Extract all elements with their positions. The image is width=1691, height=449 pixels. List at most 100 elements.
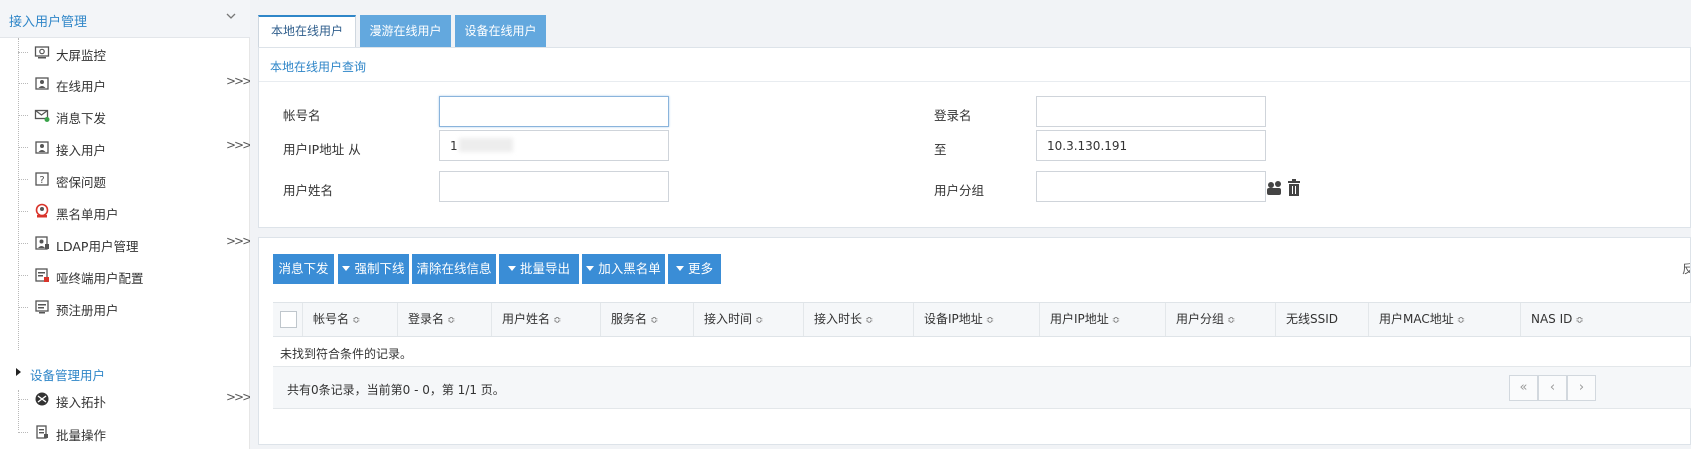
sidebar-item-label: 黑名单用户: [56, 207, 119, 222]
sidebar-section-label: 设备管理用户: [30, 368, 106, 383]
caret-down-icon: [586, 266, 595, 271]
column-header[interactable]: NAS ID ≎: [1521, 303, 1691, 336]
ip-to-label: 至: [934, 142, 947, 157]
message-icon: [34, 109, 50, 122]
sidebar-item-online-users[interactable]: 在线用户 >>>: [0, 67, 252, 101]
sort-icon: ≎: [650, 315, 659, 326]
main-content: 本地在线用户 漫游在线用户 设备在线用户 本地在线用户查询 帐号名 登录名 用户…: [250, 0, 1691, 449]
column-header[interactable]: 接入时长 ≎: [804, 303, 914, 336]
sidebar-item-label: LDAP用户管理: [56, 239, 139, 254]
record-summary: 共有0条记录，当前第0 - 0，第 1/1 页。: [287, 383, 505, 397]
caret-right-icon: [16, 368, 21, 376]
login-input[interactable]: [1036, 96, 1266, 127]
ip-to-input[interactable]: [1036, 130, 1266, 161]
column-header: 无线SSID: [1276, 303, 1369, 336]
table-header: 帐号名 ≎ 登录名 ≎ 用户姓名 ≎ 服务名 ≎ 接入时间 ≎ 接入时长 ≎ 设备IP地址 ≎…: [273, 302, 1691, 337]
sidebar-item-label: 哑终端用户配置: [56, 271, 144, 286]
clear-online-button[interactable]: 清除在线信息: [412, 254, 496, 284]
sort-icon: ≎: [447, 315, 456, 326]
message-button[interactable]: 消息下发: [273, 254, 334, 284]
ip-from-label: 用户IP地址 从: [283, 142, 361, 157]
access-user-icon: [35, 141, 49, 154]
sidebar-item-dumb-terminal[interactable]: 哑终端用户配置: [0, 259, 250, 293]
batch-export-button[interactable]: 批量导出: [499, 254, 579, 284]
expand-arrows-icon[interactable]: >>>: [226, 234, 252, 248]
tab-roaming-online[interactable]: 漫游在线用户: [360, 15, 451, 47]
sidebar-item-label: 大屏监控: [56, 48, 107, 63]
blacklist-icon: [35, 203, 49, 218]
column-header[interactable]: 设备IP地址 ≎: [914, 303, 1040, 336]
column-header[interactable]: 用户IP地址 ≎: [1040, 303, 1166, 336]
first-page-button[interactable]: «: [1509, 375, 1538, 401]
sidebar-item-label: 接入拓扑: [56, 395, 107, 410]
column-header[interactable]: 帐号名 ≎: [303, 303, 398, 336]
name-label: 用户姓名: [283, 183, 334, 198]
sort-icon: ≎: [755, 315, 764, 326]
sidebar-item-label: 消息下发: [56, 111, 107, 126]
sort-icon: ≎: [1456, 315, 1466, 326]
select-all-checkbox[interactable]: [280, 311, 297, 328]
sidebar-item-batch[interactable]: 批量操作: [0, 416, 250, 449]
account-input[interactable]: [439, 96, 669, 127]
column-header[interactable]: 服务名 ≎: [601, 303, 694, 336]
sidebar-item-preregister[interactable]: 预注册用户: [0, 291, 250, 325]
query-panel: 本地在线用户查询 帐号名 登录名 用户IP地址 从 至 用户姓名 用户分组: [258, 47, 1691, 228]
svg-text:?: ?: [39, 175, 44, 186]
sidebar-item-message[interactable]: 消息下发: [0, 99, 250, 133]
sort-icon: ≎: [553, 315, 562, 326]
results-panel: 消息下发 强制下线 清除在线信息 批量导出 加入黑名单 更多 反 帐号名 ≎ 登录…: [258, 237, 1691, 445]
column-header[interactable]: 登录名 ≎: [398, 303, 492, 336]
sidebar-item-access-users[interactable]: 接入用户 >>>: [0, 131, 252, 165]
column-header[interactable]: 接入时间 ≎: [694, 303, 804, 336]
caret-down-icon: [675, 266, 684, 271]
dumb-terminal-icon: [35, 268, 49, 282]
expand-arrows-icon[interactable]: >>>: [226, 74, 252, 88]
query-panel-title: 本地在线用户查询: [270, 60, 367, 74]
force-offline-button[interactable]: 强制下线: [338, 254, 409, 284]
sidebar-group-title: 接入用户管理: [9, 15, 88, 30]
trash-icon[interactable]: [1287, 179, 1301, 197]
topology-icon: [35, 392, 49, 406]
name-input[interactable]: [439, 171, 669, 202]
account-label: 帐号名: [283, 108, 321, 123]
expand-arrows-icon[interactable]: >>>: [226, 138, 252, 152]
sidebar-item-label: 在线用户: [56, 79, 107, 94]
column-header[interactable]: 用户MAC地址 ≎: [1369, 303, 1521, 336]
sidebar-item-blacklist[interactable]: 黑名单用户: [0, 195, 250, 229]
sidebar-item-label: 接入用户: [56, 143, 107, 158]
empty-message: 未找到符合条件的记录。: [280, 347, 413, 361]
sidebar-item-ldap[interactable]: LDAP用户管理 >>>: [0, 227, 252, 261]
sidebar-group-header[interactable]: 接入用户管理: [0, 0, 250, 38]
column-header[interactable]: 用户分组 ≎: [1166, 303, 1276, 336]
sort-icon: ≎: [1575, 315, 1584, 326]
monitor-icon: [34, 46, 50, 59]
sort-icon: ≎: [865, 315, 874, 326]
group-label: 用户分组: [934, 183, 985, 198]
sort-icon: ≎: [985, 315, 995, 326]
group-input[interactable]: [1036, 171, 1266, 202]
sort-icon: ≎: [1111, 315, 1121, 326]
expand-arrows-icon[interactable]: >>>: [226, 390, 252, 404]
sidebar-item-big-screen[interactable]: 大屏监控: [0, 36, 250, 70]
chevron-down-icon: [226, 13, 236, 19]
add-blacklist-button[interactable]: 加入黑名单: [582, 254, 665, 284]
caret-down-icon: [342, 266, 351, 271]
tab-device-online[interactable]: 设备在线用户: [455, 15, 546, 47]
ldap-icon: [35, 236, 49, 250]
preregister-icon: [35, 300, 49, 314]
column-header[interactable]: 用户姓名 ≎: [492, 303, 601, 336]
login-label: 登录名: [934, 108, 972, 123]
sidebar-item-topology[interactable]: 接入拓扑 >>>: [0, 383, 252, 417]
sidebar-item-label: 批量操作: [56, 428, 107, 443]
next-page-button[interactable]: ›: [1567, 375, 1596, 401]
pagination-bar: 共有0条记录，当前第0 - 0，第 1/1 页。 « ‹ ›: [273, 367, 1691, 409]
online-user-icon: [35, 77, 49, 90]
batch-icon: [36, 425, 48, 439]
tab-local-online[interactable]: 本地在线用户: [258, 15, 356, 47]
sort-icon: ≎: [1227, 315, 1236, 326]
prev-page-button[interactable]: ‹: [1538, 375, 1567, 401]
redacted-mask: [459, 138, 513, 152]
more-button[interactable]: 更多: [668, 254, 721, 284]
sidebar: 接入用户管理 大屏监控 在线用户 >>> 消息下发 接入用户 >>> ? 密保问…: [0, 0, 252, 449]
sidebar-item-security-question[interactable]: ? 密保问题: [0, 163, 250, 197]
